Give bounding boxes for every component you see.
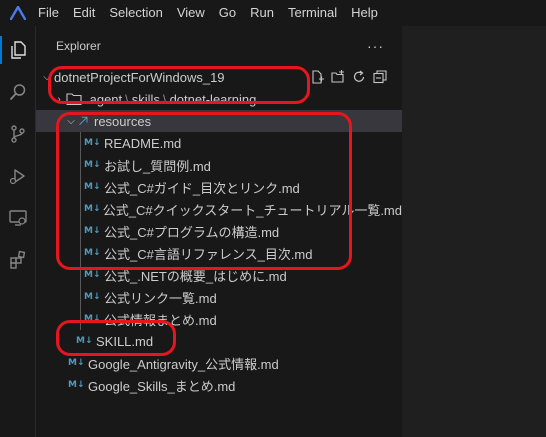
workspace-actions (309, 69, 388, 85)
file-name: 公式_C#プログラムの構造.md (104, 224, 280, 240)
new-folder-icon[interactable] (330, 69, 346, 85)
run-debug-icon[interactable] (0, 158, 36, 194)
menu-edit[interactable]: Edit (66, 0, 102, 26)
editor-area[interactable] (402, 26, 546, 437)
path-folder-row[interactable]: › .agent \ skills \ dotnet-learning (36, 88, 402, 110)
new-file-icon[interactable] (309, 69, 325, 85)
markdown-icon: M↓ (68, 380, 85, 390)
sidebar-title: Explorer (56, 39, 101, 53)
menu-bar: File Edit Selection View Go Run Terminal… (0, 0, 546, 26)
resources-folder-name: resources (94, 113, 152, 129)
sidebar-header: Explorer ··· (36, 26, 402, 66)
explorer-icon[interactable] (0, 32, 36, 68)
markdown-icon: M↓ (84, 248, 101, 258)
file-name: Google_Antigravity_公式情報.md (88, 356, 279, 372)
menu-selection[interactable]: Selection (102, 0, 169, 26)
path-separator: \ (162, 91, 167, 107)
file-row[interactable]: M↓ 公式リンク一覧.md (36, 286, 402, 308)
menu-run[interactable]: Run (243, 0, 281, 26)
menu-go[interactable]: Go (212, 0, 243, 26)
markdown-icon: M↓ (84, 182, 101, 192)
file-row[interactable]: M↓ 公式_C#ガイド_目次とリンク.md (36, 176, 402, 198)
file-name: SKILL.md (96, 333, 154, 349)
file-row[interactable]: M↓ Google_Skills_まとめ.md (36, 374, 402, 396)
menu-help[interactable]: Help (344, 0, 385, 26)
explorer-sidebar: Explorer ··· ⌵ dotnetProjectForWindows_1… (36, 26, 402, 437)
file-name: 公式情報まとめ.md (104, 312, 217, 328)
chevron-right-icon: › (57, 93, 61, 105)
markdown-icon: M↓ (84, 270, 101, 280)
source-control-icon[interactable] (0, 116, 36, 152)
extensions-icon[interactable] (0, 242, 36, 278)
file-row[interactable]: M↓ 公式_C#言語リファレンス_目次.md (36, 242, 402, 264)
markdown-icon: M↓ (76, 336, 93, 346)
file-name: 公式リンク一覧.md (104, 290, 217, 306)
refresh-icon[interactable] (351, 69, 367, 85)
file-name: 公式_C#ガイド_目次とリンク.md (104, 180, 300, 196)
file-row[interactable]: M↓ お試し_質問例.md (36, 154, 402, 176)
markdown-icon: M↓ (84, 226, 101, 236)
folder-icon (66, 92, 86, 106)
file-row[interactable]: M↓ 公式情報まとめ.md (36, 308, 402, 330)
file-name: 公式_.NETの概要_はじめに.md (104, 268, 287, 284)
search-icon[interactable] (0, 74, 36, 110)
path-segment-agent: .agent (86, 91, 123, 107)
workspace-root[interactable]: ⌵ dotnetProjectForWindows_19 (36, 66, 402, 88)
markdown-icon: M↓ (84, 314, 101, 324)
path-segment-dotnet-learning: dotnet-learning (169, 91, 257, 107)
file-row[interactable]: M↓ 公式_.NETの概要_はじめに.md (36, 264, 402, 286)
folder-open-icon (78, 115, 94, 127)
antigravity-logo-icon[interactable] (0, 0, 36, 26)
markdown-icon: M↓ (84, 138, 101, 148)
activity-bar (0, 26, 36, 437)
menu-view[interactable]: View (170, 0, 212, 26)
file-name: お試し_質問例.md (104, 158, 211, 174)
file-name: 公式_C#言語リファレンス_目次.md (104, 246, 313, 262)
markdown-icon: M↓ (84, 292, 101, 302)
file-row[interactable]: M↓ 公式_C#クイックスタート_チュートリアル一覧.md (36, 198, 402, 220)
markdown-icon: M↓ (84, 160, 101, 170)
file-row[interactable]: M↓ 公式_C#プログラムの構造.md (36, 220, 402, 242)
path-separator: \ (125, 91, 129, 107)
markdown-icon: M↓ (68, 358, 85, 368)
menu-file[interactable]: File (36, 0, 66, 26)
file-name: Google_Skills_まとめ.md (88, 378, 236, 394)
chevron-down-icon: ⌵ (43, 71, 51, 83)
resources-folder-row[interactable]: ⌵ resources (36, 110, 402, 132)
markdown-icon: M↓ (84, 204, 101, 214)
remote-explorer-icon[interactable] (0, 200, 36, 236)
more-actions-button[interactable]: ··· (367, 38, 384, 54)
path-segment-skills: skills (131, 91, 160, 107)
workspace-name: dotnetProjectForWindows_19 (54, 69, 225, 85)
menu-terminal[interactable]: Terminal (281, 0, 344, 26)
file-row[interactable]: M↓ Google_Antigravity_公式情報.md (36, 352, 402, 374)
chevron-down-icon: ⌵ (67, 115, 75, 127)
skill-file-row[interactable]: M↓ SKILL.md (36, 330, 402, 352)
file-name: README.md (104, 135, 182, 151)
collapse-all-icon[interactable] (372, 69, 388, 85)
file-row[interactable]: M↓ README.md (36, 132, 402, 154)
file-name: 公式_C#クイックスタート_チュートリアル一覧.md (102, 202, 402, 218)
